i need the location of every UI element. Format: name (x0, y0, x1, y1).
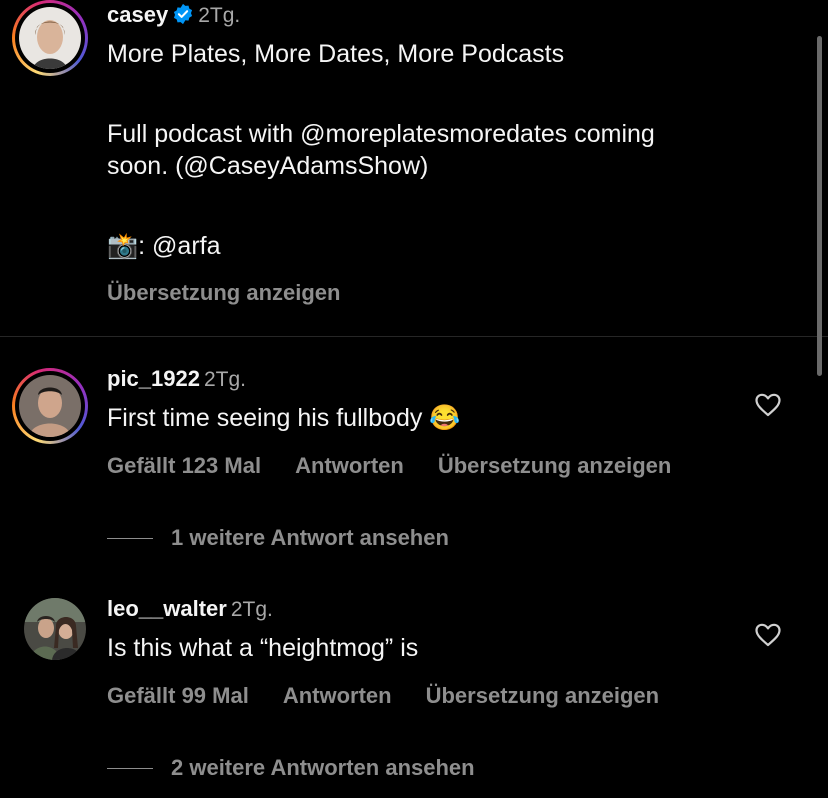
reply-button[interactable]: Antworten (295, 453, 404, 479)
view-replies-button[interactable]: 1 weitere Antwort ansehen (107, 525, 449, 551)
avatar-photo (19, 7, 81, 69)
avatar-photo (19, 375, 81, 437)
divider (0, 336, 828, 337)
comment-actions: Gefällt 123 Mal Antworten Übersetzung anze… (107, 453, 671, 479)
comment-actions: Gefällt 99 Mal Antworten Übersetzung anzei… (107, 683, 659, 709)
comment-time: 2Tg. (230, 598, 273, 621)
caption-line3-wrap: 📸: @arfa (107, 230, 221, 262)
heart-outline-icon[interactable] (755, 623, 781, 647)
caption-line2: Full podcast with @moreplatesmoredates c… (107, 120, 655, 180)
likes-count[interactable]: Gefällt 123 Mal (107, 453, 261, 479)
comment-avatar[interactable] (12, 368, 88, 444)
view-replies-label: 1 weitere Antwort ansehen (171, 525, 449, 550)
camera-flash-icon: 📸 (107, 232, 139, 260)
comment-time: 2Tg. (203, 368, 246, 391)
caption-time: 2Tg. (198, 4, 241, 27)
caption-header: casey 2Tg. (107, 2, 240, 30)
comment-header: pic_1922 2Tg. (107, 366, 246, 392)
caption-translate-button[interactable]: Übersetzung anzeigen (107, 280, 340, 306)
caption-line1: More Plates, More Dates, More Podcasts (107, 40, 565, 68)
replies-line (107, 537, 153, 539)
translate-button[interactable]: Übersetzung anzeigen (426, 683, 659, 709)
replies-line (107, 767, 153, 769)
caption-avatar[interactable] (12, 0, 88, 76)
comment-username[interactable]: leo__walter (107, 596, 227, 621)
translate-button[interactable]: Übersetzung anzeigen (438, 453, 671, 479)
avatar-photo (24, 598, 86, 660)
scrollbar[interactable] (817, 36, 822, 376)
view-replies-button[interactable]: 2 weitere Antworten ansehen (107, 755, 475, 781)
likes-count[interactable]: Gefällt 99 Mal (107, 683, 249, 709)
comment-text: Is this what a “heightmog” is (107, 634, 419, 662)
reply-button[interactable]: Antworten (283, 683, 392, 709)
comment-header: leo__walter 2Tg. (107, 596, 273, 622)
comment-avatar[interactable] (24, 598, 86, 660)
caption-username[interactable]: casey (107, 2, 168, 27)
comment-text: First time seeing his fullbody 😂 (107, 404, 461, 432)
verified-badge-icon (172, 3, 194, 30)
caption-line3: : @arfa (138, 232, 221, 260)
comment-username[interactable]: pic_1922 (107, 366, 200, 391)
heart-outline-icon[interactable] (755, 393, 781, 417)
view-replies-label: 2 weitere Antworten ansehen (171, 755, 475, 780)
